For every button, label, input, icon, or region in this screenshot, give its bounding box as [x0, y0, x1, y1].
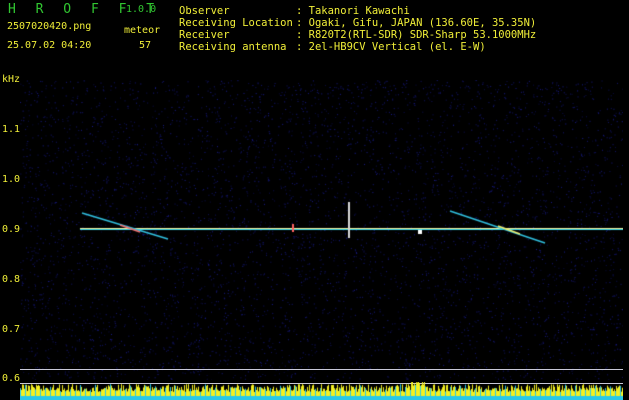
freq-tick: 0.8: [2, 274, 21, 285]
reference-line: [20, 369, 623, 370]
info-location-label: Receiving Location: [179, 17, 293, 29]
info-receiver-value: : R820T2(RTL-SDR) SDR-Sharp 53.1000MHz: [296, 29, 537, 41]
freq-tick: 0.9: [2, 224, 21, 235]
info-observer-label: Observer: [179, 5, 230, 17]
freq-tick: 0.7: [2, 324, 21, 335]
meteor-label: meteor: [124, 25, 161, 36]
freq-tick: 0.6: [2, 373, 21, 384]
signal-level-bars: [20, 382, 623, 400]
app-version: 1.0.0: [126, 4, 157, 15]
info-antenna-label: Receiving antenna: [179, 41, 287, 53]
spectrogram-window: H R O F F T 1.0.0 2507020420.png meteor …: [0, 0, 629, 400]
info-location-value: : Ogaki, Gifu, JAPAN (136.60E, 35.35N): [296, 17, 537, 29]
spectrogram-plot: [20, 80, 623, 380]
meteor-count: 57: [139, 40, 152, 51]
freq-tick: 1.0: [2, 174, 21, 185]
file-name: 2507020420.png: [7, 21, 92, 32]
info-receiver-label: Receiver: [179, 29, 230, 41]
y-axis-unit: kHz: [2, 74, 21, 85]
info-observer-value: : Takanori Kawachi: [296, 5, 410, 17]
freq-tick: 1.1: [2, 124, 21, 135]
info-antenna-value: : 2el-HB9CV Vertical (el. E-W): [296, 41, 486, 53]
capture-datetime: 25.07.02 04:20: [7, 40, 92, 51]
